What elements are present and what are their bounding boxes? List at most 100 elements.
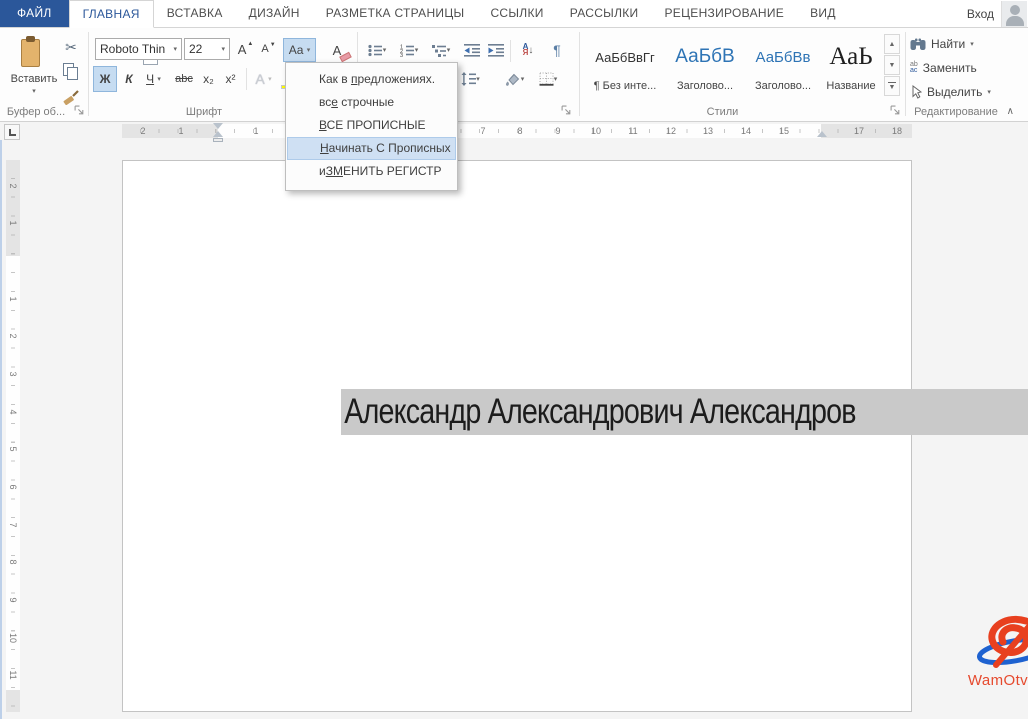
ribbon-tab[interactable]: ФАЙЛ: [0, 0, 69, 27]
bullets-icon: [368, 44, 383, 57]
document-workspace: Александр Александрович Александров WamO…: [0, 140, 1028, 719]
sign-in-link[interactable]: Вход: [967, 7, 994, 21]
ribbon-tab[interactable]: ССЫЛКИ: [477, 0, 556, 27]
paint-bucket-icon: [504, 72, 521, 86]
change-case-menu-item[interactable]: Начинать С Прописных: [287, 137, 456, 160]
paste-dropdown-arrow: ▾: [32, 88, 36, 95]
ribbon-tab[interactable]: РЕЦЕНЗИРОВАНИЕ: [651, 0, 797, 27]
borders-button[interactable]: ▾: [533, 66, 563, 92]
watermark-text: WamOtvet.ru: [959, 672, 1028, 689]
watermark: WamOtvet.ru: [959, 613, 1028, 689]
ruler-number: 9: [8, 593, 18, 607]
ruler-number: 6: [8, 480, 18, 494]
clipboard-dialog-launcher[interactable]: [74, 105, 85, 116]
increase-indent-button[interactable]: [484, 38, 507, 62]
ruler-number: 7: [8, 518, 18, 532]
bullets-button[interactable]: ▾: [362, 38, 392, 62]
numbering-button[interactable]: 123 ▾: [394, 38, 424, 62]
collapse-ribbon-button[interactable]: ∧: [1007, 106, 1014, 117]
word-window: ФАЙЛ ГЛАВНАЯ ВСТАВКА ДИЗАЙН РАЗМЕТКА СТР…: [0, 0, 1028, 719]
ruler-number: 11: [628, 124, 637, 138]
ruler-number: 7: [480, 124, 485, 138]
change-case-menu-item[interactable]: все строчные: [287, 91, 456, 114]
italic-button[interactable]: К: [119, 66, 139, 92]
style-card[interactable]: АаБбВвГг ¶ Без инте...: [585, 34, 665, 94]
horizontal-ruler[interactable]: [0, 122, 1028, 140]
tab-stop-selector[interactable]: [4, 124, 20, 140]
replace-icon: abac: [910, 62, 918, 74]
change-case-menu-item[interactable]: ВСЕ ПРОПИСНЫЕ: [287, 114, 456, 137]
select-arrow-icon: [910, 85, 922, 99]
paragraph-dialog-launcher[interactable]: [561, 105, 572, 116]
text-effects-button[interactable]: А ▾: [250, 66, 277, 92]
ribbon-tab[interactable]: РАЗМЕТКА СТРАНИЦЫ: [313, 0, 478, 27]
paste-button[interactable]: Вставить ▾: [8, 34, 60, 114]
ruler-number: 18: [892, 124, 902, 138]
decrease-indent-button[interactable]: [460, 38, 483, 62]
select-button[interactable]: Выделить▾: [910, 82, 991, 102]
line-spacing-button[interactable]: ▾: [455, 66, 486, 92]
cut-button[interactable]: ✂: [60, 36, 82, 58]
ribbon-tab[interactable]: ГЛАВНАЯ: [69, 0, 154, 28]
styles-scroll-up-button[interactable]: ▲: [884, 34, 900, 54]
shading-button[interactable]: ▾: [498, 66, 530, 92]
ruler-number: 4: [8, 405, 18, 419]
show-formatting-marks-button[interactable]: ¶: [546, 38, 568, 62]
grow-font-button[interactable]: А▲: [234, 38, 257, 60]
shrink-font-button[interactable]: А▼: [258, 38, 279, 60]
left-indent-marker[interactable]: [213, 138, 223, 142]
clipboard-icon: [21, 36, 48, 69]
font-name-combo[interactable]: Roboto Thin▾: [95, 38, 182, 60]
svg-text:3: 3: [400, 53, 403, 57]
change-case-button[interactable]: Aa ▾: [283, 38, 316, 62]
sort-button[interactable]: АЯ ↓: [514, 38, 542, 62]
style-card[interactable]: АаБбВ Заголово...: [668, 34, 742, 94]
bold-button[interactable]: Ж: [93, 66, 117, 92]
copy-button[interactable]: [60, 60, 82, 82]
right-indent-marker[interactable]: [817, 131, 827, 137]
ruler-number: 17: [854, 124, 864, 138]
ribbon-tab[interactable]: ДИЗАЙН: [236, 0, 313, 27]
clear-formatting-button[interactable]: А: [322, 38, 352, 62]
change-case-menu: Как в предложениях. все строчные ВСЕ ПРО…: [285, 62, 458, 191]
document-page[interactable]: Александр Александрович Александров WamO…: [122, 160, 912, 712]
ribbon-tab[interactable]: ВСТАВКА: [154, 0, 236, 27]
find-button[interactable]: Найти▾: [910, 34, 974, 54]
ribbon-tab[interactable]: ВИД: [797, 0, 849, 27]
hanging-indent-marker[interactable]: [213, 131, 223, 137]
ruler-number: 10: [8, 631, 18, 645]
user-avatar-icon[interactable]: [1001, 1, 1027, 27]
ruler-number: 14: [741, 124, 751, 138]
ribbon: Вставить ▾ ✂ Буфер об... Roboto Thin▾ 22…: [0, 28, 1028, 122]
underline-button[interactable]: Ч ▾: [140, 66, 167, 92]
ruler-number: 1: [8, 216, 18, 230]
multilevel-list-button[interactable]: ▾: [426, 38, 456, 62]
vertical-ruler[interactable]: [6, 160, 20, 712]
superscript-button[interactable]: x²: [220, 66, 241, 92]
ruler-number: 2: [8, 329, 18, 343]
borders-icon: [539, 72, 554, 86]
ruler-number: 8: [517, 124, 522, 138]
style-card[interactable]: АаБбВв Заголово...: [745, 34, 821, 94]
styles-group-label: Стили: [580, 106, 865, 118]
ruler-number: 15: [779, 124, 789, 138]
replace-button[interactable]: abac Заменить: [910, 58, 977, 78]
styles-more-button[interactable]: ▼: [884, 76, 900, 96]
styles-dialog-launcher[interactable]: [890, 105, 901, 116]
subscript-button[interactable]: x₂: [198, 66, 219, 92]
decrease-indent-icon: [464, 44, 480, 57]
change-case-menu-item[interactable]: Как в предложениях.: [287, 68, 456, 91]
strikethrough-button[interactable]: abc: [171, 66, 197, 92]
selected-text-highlight[interactable]: Александр Александрович Александров: [341, 389, 1028, 435]
change-case-menu-item[interactable]: иЗМЕНИТЬ РЕГИСТР: [287, 160, 456, 183]
styles-scroll-down-button[interactable]: ▼: [884, 55, 900, 75]
ribbon-tab-bar: ФАЙЛ ГЛАВНАЯ ВСТАВКА ДИЗАЙН РАЗМЕТКА СТР…: [0, 0, 1028, 28]
style-card[interactable]: АаЬ Название: [824, 34, 878, 94]
font-size-combo[interactable]: 22▾: [184, 38, 230, 60]
ruler-number: 1: [178, 124, 183, 138]
document-text: Александр Александрович Александров: [341, 389, 910, 435]
ruler-number: 9: [555, 124, 560, 138]
ribbon-tab[interactable]: РАССЫЛКИ: [557, 0, 652, 27]
ruler-number: 1: [253, 124, 258, 138]
first-line-indent-marker[interactable]: [213, 123, 223, 129]
